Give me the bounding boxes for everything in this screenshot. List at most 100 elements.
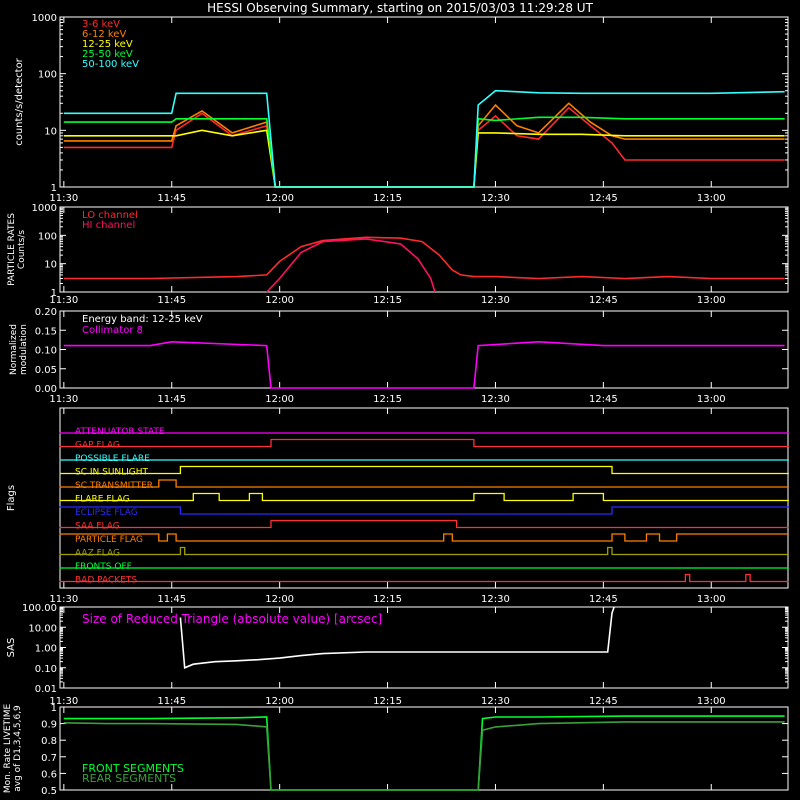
legend-entry: REAR SEGMENTS <box>82 772 176 785</box>
livetime-y-tick-label: 0.5 <box>41 786 57 797</box>
flags-x-tick-label: 12:45 <box>589 594 618 605</box>
count-rates-y-tick-label: 1000 <box>32 13 57 24</box>
flag-label: SC IN SUNLIGHT <box>75 468 149 478</box>
count-rates-x-tick-label: 11:45 <box>157 193 186 204</box>
modulation-series-line <box>63 340 785 389</box>
flag-line <box>59 546 789 556</box>
modulation-y-tick-label: 0.15 <box>35 326 57 337</box>
livetime-y-tick-label: 0.7 <box>41 753 57 764</box>
flag-line <box>59 465 789 475</box>
modulation-y-tick-label: 0.05 <box>35 365 57 376</box>
count-rates-x-tick-label: 12:15 <box>373 193 402 204</box>
flag-line <box>59 492 789 502</box>
flags-frame <box>59 407 789 589</box>
livetime-y-tick-label: 0.6 <box>41 769 57 780</box>
particle-rates-y-tick-label: 1000 <box>32 203 57 214</box>
livetime-y-tick-label: 0.9 <box>41 720 57 731</box>
sas-x-tick-label: 12:15 <box>373 696 402 707</box>
livetime-panel: 0.5 0.6 0.7 0.8 0.9 1 Mon. Rate LIVETIME avg of… <box>3 703 789 797</box>
modulation-x-tick-label: 12:45 <box>589 394 618 405</box>
count-rates-x-tick-label: 13:00 <box>697 193 726 204</box>
livetime-ylabel: Mon. Rate LIVETIME <box>3 704 13 794</box>
flag-label: FRONTS OFF <box>75 562 132 572</box>
flags-panel: 11:30 11:45 12:00 12:15 12:30 12:45 13:00Flags… <box>6 407 789 605</box>
particle-rates-x-tick-label: 11:45 <box>157 295 186 306</box>
sas-x-tick-label: 12:45 <box>589 696 618 707</box>
flag-label: SC TRANSMITTER <box>75 481 153 491</box>
sas-y-tick-label: 1.00 <box>35 644 57 655</box>
particle-rates-x-tick-label: 13:00 <box>697 295 726 306</box>
particle-rates-x-tick-label: 12:15 <box>373 295 402 306</box>
flags-x-tick-label: 13:00 <box>697 594 726 605</box>
legend-entry: Collimator 8 <box>82 325 143 336</box>
flags-x-tick-label: 12:15 <box>373 594 402 605</box>
flag-line <box>59 438 789 448</box>
count-rates-series-line <box>63 116 785 188</box>
livetime-ylabel-2: avg of D1,3,4,5,6,9 <box>13 705 23 792</box>
flag-label: FLARE FLAG <box>75 495 130 505</box>
flag-label: AAZ FLAG <box>75 549 120 559</box>
flag-label: GAP FLAG <box>75 441 120 451</box>
sas-x-tick-label: 12:30 <box>481 696 510 707</box>
legend-entry: HI channel <box>82 220 135 231</box>
modulation-x-tick-label: 12:15 <box>373 394 402 405</box>
sas-y-tick-label: 100.00 <box>22 603 57 614</box>
flags-x-tick-label: 12:30 <box>481 594 510 605</box>
hessi-summary-chart: HESSI Observing Summary, starting on 201… <box>3 1 789 797</box>
sas-x-tick-label: 11:45 <box>157 696 186 707</box>
count-rates-y-tick-label: 10 <box>44 126 57 137</box>
count-rates-series-line <box>63 106 785 188</box>
count-rates-x-tick-label: 12:00 <box>265 193 294 204</box>
count-rates-frame <box>59 16 789 188</box>
flag-line <box>59 506 789 515</box>
flag-label: ATTENUATOR STATE <box>75 427 165 437</box>
livetime-y-tick-label: 0.8 <box>41 736 57 747</box>
flag-line <box>59 519 789 529</box>
sas-y-tick-label: 0.01 <box>35 684 57 695</box>
flag-line <box>59 533 789 542</box>
modulation-ylabel-2: modulation <box>19 324 29 375</box>
count-rates-x-tick-label: 12:45 <box>589 193 618 204</box>
sas-x-tick-label: 12:00 <box>265 696 294 707</box>
legend-entry: 50-100 keV <box>82 59 139 70</box>
sas-x-tick-label: 13:00 <box>697 696 726 707</box>
count-rates-x-tick-label: 12:30 <box>481 193 510 204</box>
count-rates-y-tick-label: 100 <box>38 70 57 81</box>
particle-rates-x-tick-label: 12:30 <box>481 295 510 306</box>
sas-y-tick-label: 10.00 <box>28 623 57 634</box>
energy-band-annotation: Energy band: 12-25 keV <box>82 314 203 325</box>
sas-panel: 11:30 11:45 12:00 12:15 12:30 12:45 13:000.010… <box>6 603 789 707</box>
flags-x-tick-label: 11:45 <box>157 594 186 605</box>
particle-rates-ylabel: PARTICLE RATES <box>7 213 17 286</box>
particle-rates-y-tick-label: 10 <box>44 260 57 271</box>
particle-rates-x-tick-label: 12:00 <box>265 295 294 306</box>
count-rates-panel: 11:30 11:45 12:00 12:15 12:30 12:45 13:0011010… <box>14 13 789 204</box>
sas-ylabel: SAS <box>6 638 17 658</box>
flag-label: POSSIBLE FLARE <box>75 454 150 464</box>
flag-label: ECLIPSE FLAG <box>75 508 138 518</box>
particle-rates-series-line <box>266 238 436 293</box>
particle-rates-y-tick-label: 100 <box>38 231 57 242</box>
count-rates-y-tick-label: 1 <box>51 183 57 194</box>
modulation-x-tick-label: 13:00 <box>697 394 726 405</box>
sas-y-tick-label: 0.10 <box>35 664 57 675</box>
particle-rates-ylabel-2: Counts/s <box>17 230 27 269</box>
flag-label: BAD PACKETS <box>75 576 137 586</box>
modulation-x-tick-label: 12:00 <box>265 394 294 405</box>
flags-x-tick-label: 12:00 <box>265 594 294 605</box>
sas-annotation: Size of Reduced Triangle (absolute value… <box>82 612 382 626</box>
livetime-y-tick-label: 1 <box>51 703 57 714</box>
modulation-y-tick-label: 0.20 <box>35 307 57 318</box>
particle-rates-panel: 11:30 11:45 12:00 12:15 12:30 12:45 13:0011010… <box>7 203 789 306</box>
modulation-panel: 11:30 11:45 12:00 12:15 12:30 12:45 13:00 0.00 0… <box>9 307 789 405</box>
particle-rates-frame <box>59 206 789 293</box>
particle-rates-x-tick-label: 12:45 <box>589 295 618 306</box>
modulation-x-tick-label: 12:30 <box>481 394 510 405</box>
modulation-x-tick-label: 11:45 <box>157 394 186 405</box>
modulation-y-tick-label: 0.00 <box>35 384 57 395</box>
modulation-x-tick-label: 11:30 <box>49 394 78 405</box>
modulation-ylabel: Normalized <box>9 324 19 375</box>
particle-rates-series-line <box>63 236 785 280</box>
modulation-y-tick-label: 0.10 <box>35 346 57 357</box>
count-rates-ylabel: counts/s/detector <box>14 57 25 145</box>
